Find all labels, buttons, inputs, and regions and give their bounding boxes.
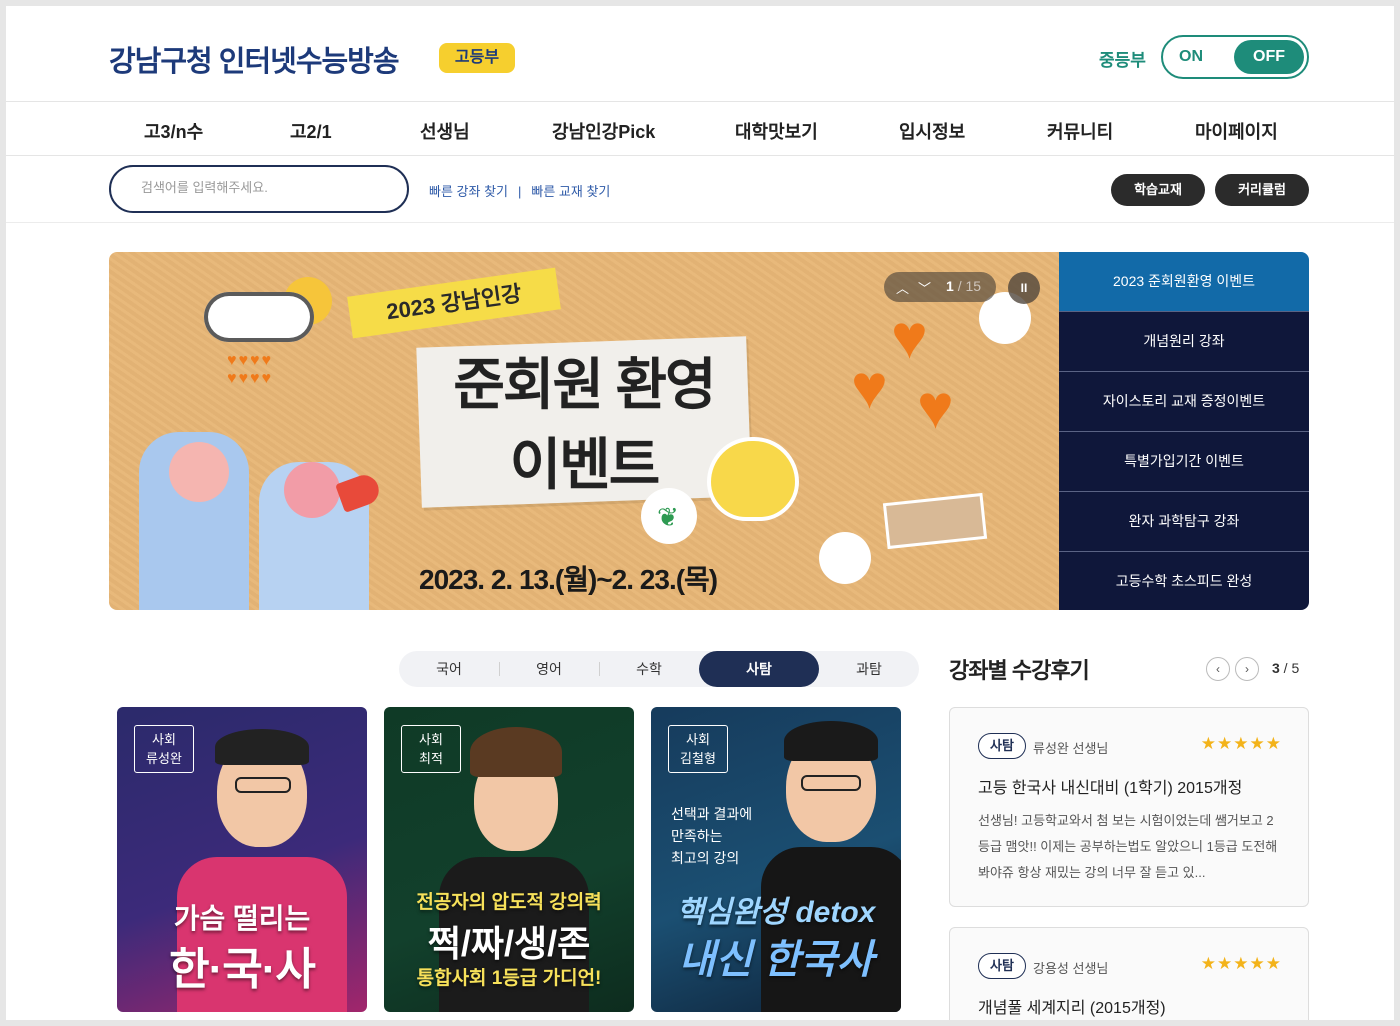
review-subject-badge: 사탐 bbox=[978, 733, 1026, 759]
sprout-icon: ❦ bbox=[657, 502, 679, 532]
course-card[interactable]: 사회 김철형 선택과 결과에 만족하는 최고의 강의 핵심완성 detox 내신 한국… bbox=[651, 707, 901, 1012]
flower-sticker bbox=[819, 532, 871, 584]
pause-button[interactable]: II bbox=[1008, 272, 1040, 304]
review-card[interactable]: 사탐 류성완 선생님 ★★★★★ 고등 한국사 내신대비 (1학기) 2015개… bbox=[949, 707, 1309, 907]
search-row: 빠른 강좌 찾기 | 빠른 교재 찾기 학습교재 커리큘럼 bbox=[6, 156, 1394, 223]
teacher-tag: 사회 최적 bbox=[401, 725, 461, 773]
search-box[interactable] bbox=[109, 165, 409, 213]
toggle-off-label[interactable]: OFF bbox=[1234, 40, 1304, 74]
banner-pager: ︿ ﹀ 1 / 15 bbox=[884, 272, 996, 302]
side-item-xistory[interactable]: 자이스토리 교재 증정이벤트 bbox=[1059, 372, 1309, 432]
banner-side-menu: 2023 준회원환영 이벤트 개념원리 강좌 자이스토리 교재 증정이벤트 특별… bbox=[1059, 252, 1309, 610]
cloud-illustration bbox=[204, 292, 314, 342]
nav-item-university[interactable]: 대학맛보기 bbox=[735, 118, 818, 144]
teacher-hair bbox=[470, 727, 562, 777]
glasses-icon bbox=[801, 775, 861, 791]
nav-item-admission[interactable]: 입시정보 bbox=[899, 118, 965, 144]
reviews-prev-button[interactable]: ‹ bbox=[1206, 657, 1230, 681]
middle-school-label: 중등부 bbox=[1099, 51, 1146, 70]
review-subject-badge: 사탐 bbox=[978, 953, 1026, 979]
student-head-right bbox=[284, 462, 340, 518]
teacher-tag: 사회 김철형 bbox=[668, 725, 728, 773]
parcel-illustration bbox=[882, 492, 988, 550]
card-title-line1: 핵심완성 detox bbox=[676, 896, 876, 929]
banner-title-line2: 이벤트 bbox=[509, 433, 661, 496]
card-title-line2: 한·국·사 bbox=[169, 945, 316, 994]
tab-korean[interactable]: 국어 bbox=[399, 651, 499, 687]
student-head-left bbox=[169, 442, 229, 502]
glasses-icon bbox=[235, 777, 291, 793]
search-input[interactable] bbox=[141, 180, 381, 195]
review-teacher: 류성완 선생님 bbox=[1033, 741, 1109, 756]
review-course: 고등 한국사 내신대비 (1학기) 2015개정 bbox=[978, 780, 1243, 797]
card-title-line1: 전공자의 압도적 강의력 bbox=[416, 892, 602, 913]
side-item-concept[interactable]: 개념원리 강좌 bbox=[1059, 312, 1309, 372]
reviews-pager: 3 / 5 bbox=[1272, 660, 1300, 676]
page-frame: 강남구청 인터넷수능방송 고등부 중등부 ON OFF 고3/n수 고2/1 선… bbox=[6, 6, 1394, 1020]
nav-item-pick[interactable]: 강남인강Pick bbox=[552, 118, 655, 144]
quick-links-separator: | bbox=[517, 184, 522, 199]
review-course: 개념풀 세계지리 (2015개정) bbox=[978, 1000, 1166, 1017]
nav-item-teachers[interactable]: 선생님 bbox=[420, 118, 470, 144]
card-title-line1: 가슴 떨리는 bbox=[173, 903, 311, 934]
heart-rain-illustration: ♥♥♥♥ ♥♥♥♥ bbox=[227, 352, 273, 387]
heart-balloon-icon: ♥ bbox=[851, 353, 888, 422]
tab-science[interactable]: 과탐 bbox=[819, 651, 919, 687]
chevron-left-icon: ‹ bbox=[1216, 662, 1220, 676]
side-item-science[interactable]: 완자 과학탐구 강좌 bbox=[1059, 492, 1309, 552]
banner-prev-icon[interactable]: ︿ bbox=[896, 278, 909, 297]
review-card[interactable]: 사탐 강용성 선생님 ★★★★★ 개념풀 세계지리 (2015개정) bbox=[949, 927, 1309, 1020]
card-title-line2: 내신 한국사 bbox=[678, 938, 874, 982]
chick-illustration bbox=[707, 437, 799, 521]
card-subtitle: 선택과 결과에 만족하는 최고의 강의 bbox=[671, 806, 753, 866]
nav-item-grade3[interactable]: 고3/n수 bbox=[144, 118, 203, 144]
tab-math[interactable]: 수학 bbox=[599, 651, 699, 687]
tab-social[interactable]: 사탐 bbox=[699, 651, 819, 687]
chevron-right-icon: › bbox=[1245, 662, 1249, 676]
nav-item-mypage[interactable]: 마이페이지 bbox=[1195, 118, 1278, 144]
middle-school-toggle[interactable]: ON OFF bbox=[1161, 35, 1309, 79]
review-text: 선생님! 고등학교와서 첨 보는 시험이었는데 쌤거보고 2등급 맴앗!! 이제… bbox=[978, 813, 1278, 880]
reviews-next-button[interactable]: › bbox=[1235, 657, 1259, 681]
reviews-title: 강좌별 수강후기 bbox=[949, 658, 1090, 683]
quick-links: 빠른 강좌 찾기 | 빠른 교재 찾기 bbox=[429, 181, 610, 200]
card-title-line2: 쩍/짜/생/존 bbox=[427, 923, 591, 964]
review-teacher: 강용성 선생님 bbox=[1033, 961, 1109, 976]
side-item-math[interactable]: 고등수학 초스피드 완성 bbox=[1059, 552, 1309, 610]
grade-badge: 고등부 bbox=[439, 43, 515, 73]
banner-year-tag: 2023 강남인강 bbox=[347, 267, 561, 339]
banner-date: 2023. 2. 13.(월)~2. 23.(목) bbox=[419, 564, 718, 595]
heart-balloon-icon: ♥ bbox=[917, 373, 954, 442]
course-card[interactable]: 사회 류성완 가슴 떨리는 한·국·사 bbox=[117, 707, 367, 1012]
side-item-signup[interactable]: 특별가입기간 이벤트 bbox=[1059, 432, 1309, 492]
quick-book-link[interactable]: 빠른 교재 찾기 bbox=[531, 184, 610, 199]
nav-item-grade21[interactable]: 고2/1 bbox=[290, 118, 332, 144]
toggle-on-label[interactable]: ON bbox=[1179, 48, 1203, 66]
heart-balloon-icon: ♥ bbox=[891, 303, 928, 372]
review-stars: ★★★★★ bbox=[1200, 734, 1282, 753]
quick-lecture-link[interactable]: 빠른 강좌 찾기 bbox=[429, 184, 508, 199]
subject-tabs: 국어 영어 수학 사탐 과탐 bbox=[399, 651, 919, 687]
teacher-tag: 사회 류성완 bbox=[134, 725, 194, 773]
site-header: 강남구청 인터넷수능방송 고등부 중등부 ON OFF bbox=[6, 6, 1394, 102]
teacher-hair bbox=[215, 729, 309, 765]
event-banner[interactable]: ♥♥♥♥ ♥♥♥♥ 2023 강남인강 준회원 환영 이벤트 2023. 2. 1… bbox=[109, 252, 1059, 610]
review-stars: ★★★★★ bbox=[1200, 954, 1282, 973]
teacher-hair bbox=[784, 721, 878, 761]
nav-item-community[interactable]: 커뮤니티 bbox=[1047, 118, 1113, 144]
banner-next-icon[interactable]: ﹀ bbox=[918, 278, 931, 297]
tab-english[interactable]: 영어 bbox=[499, 651, 599, 687]
banner-title-line1: 준회원 환영 bbox=[453, 353, 716, 416]
main-nav: 고3/n수 고2/1 선생님 강남인강Pick 대학맛보기 입시정보 커뮤니티 … bbox=[6, 102, 1394, 156]
card-title-line3: 통합사회 1등급 가디언! bbox=[416, 968, 602, 989]
banner-counter: 1 / 15 bbox=[946, 278, 982, 294]
textbook-button[interactable]: 학습교재 bbox=[1111, 174, 1205, 206]
site-logo[interactable]: 강남구청 인터넷수능방송 bbox=[109, 38, 400, 80]
course-card[interactable]: 사회 최적 전공자의 압도적 강의력 쩍/짜/생/존 통합사회 1등급 가디언! bbox=[384, 707, 634, 1012]
side-item-event-2023[interactable]: 2023 준회원환영 이벤트 bbox=[1059, 252, 1309, 312]
curriculum-button[interactable]: 커리큘럼 bbox=[1215, 174, 1309, 206]
